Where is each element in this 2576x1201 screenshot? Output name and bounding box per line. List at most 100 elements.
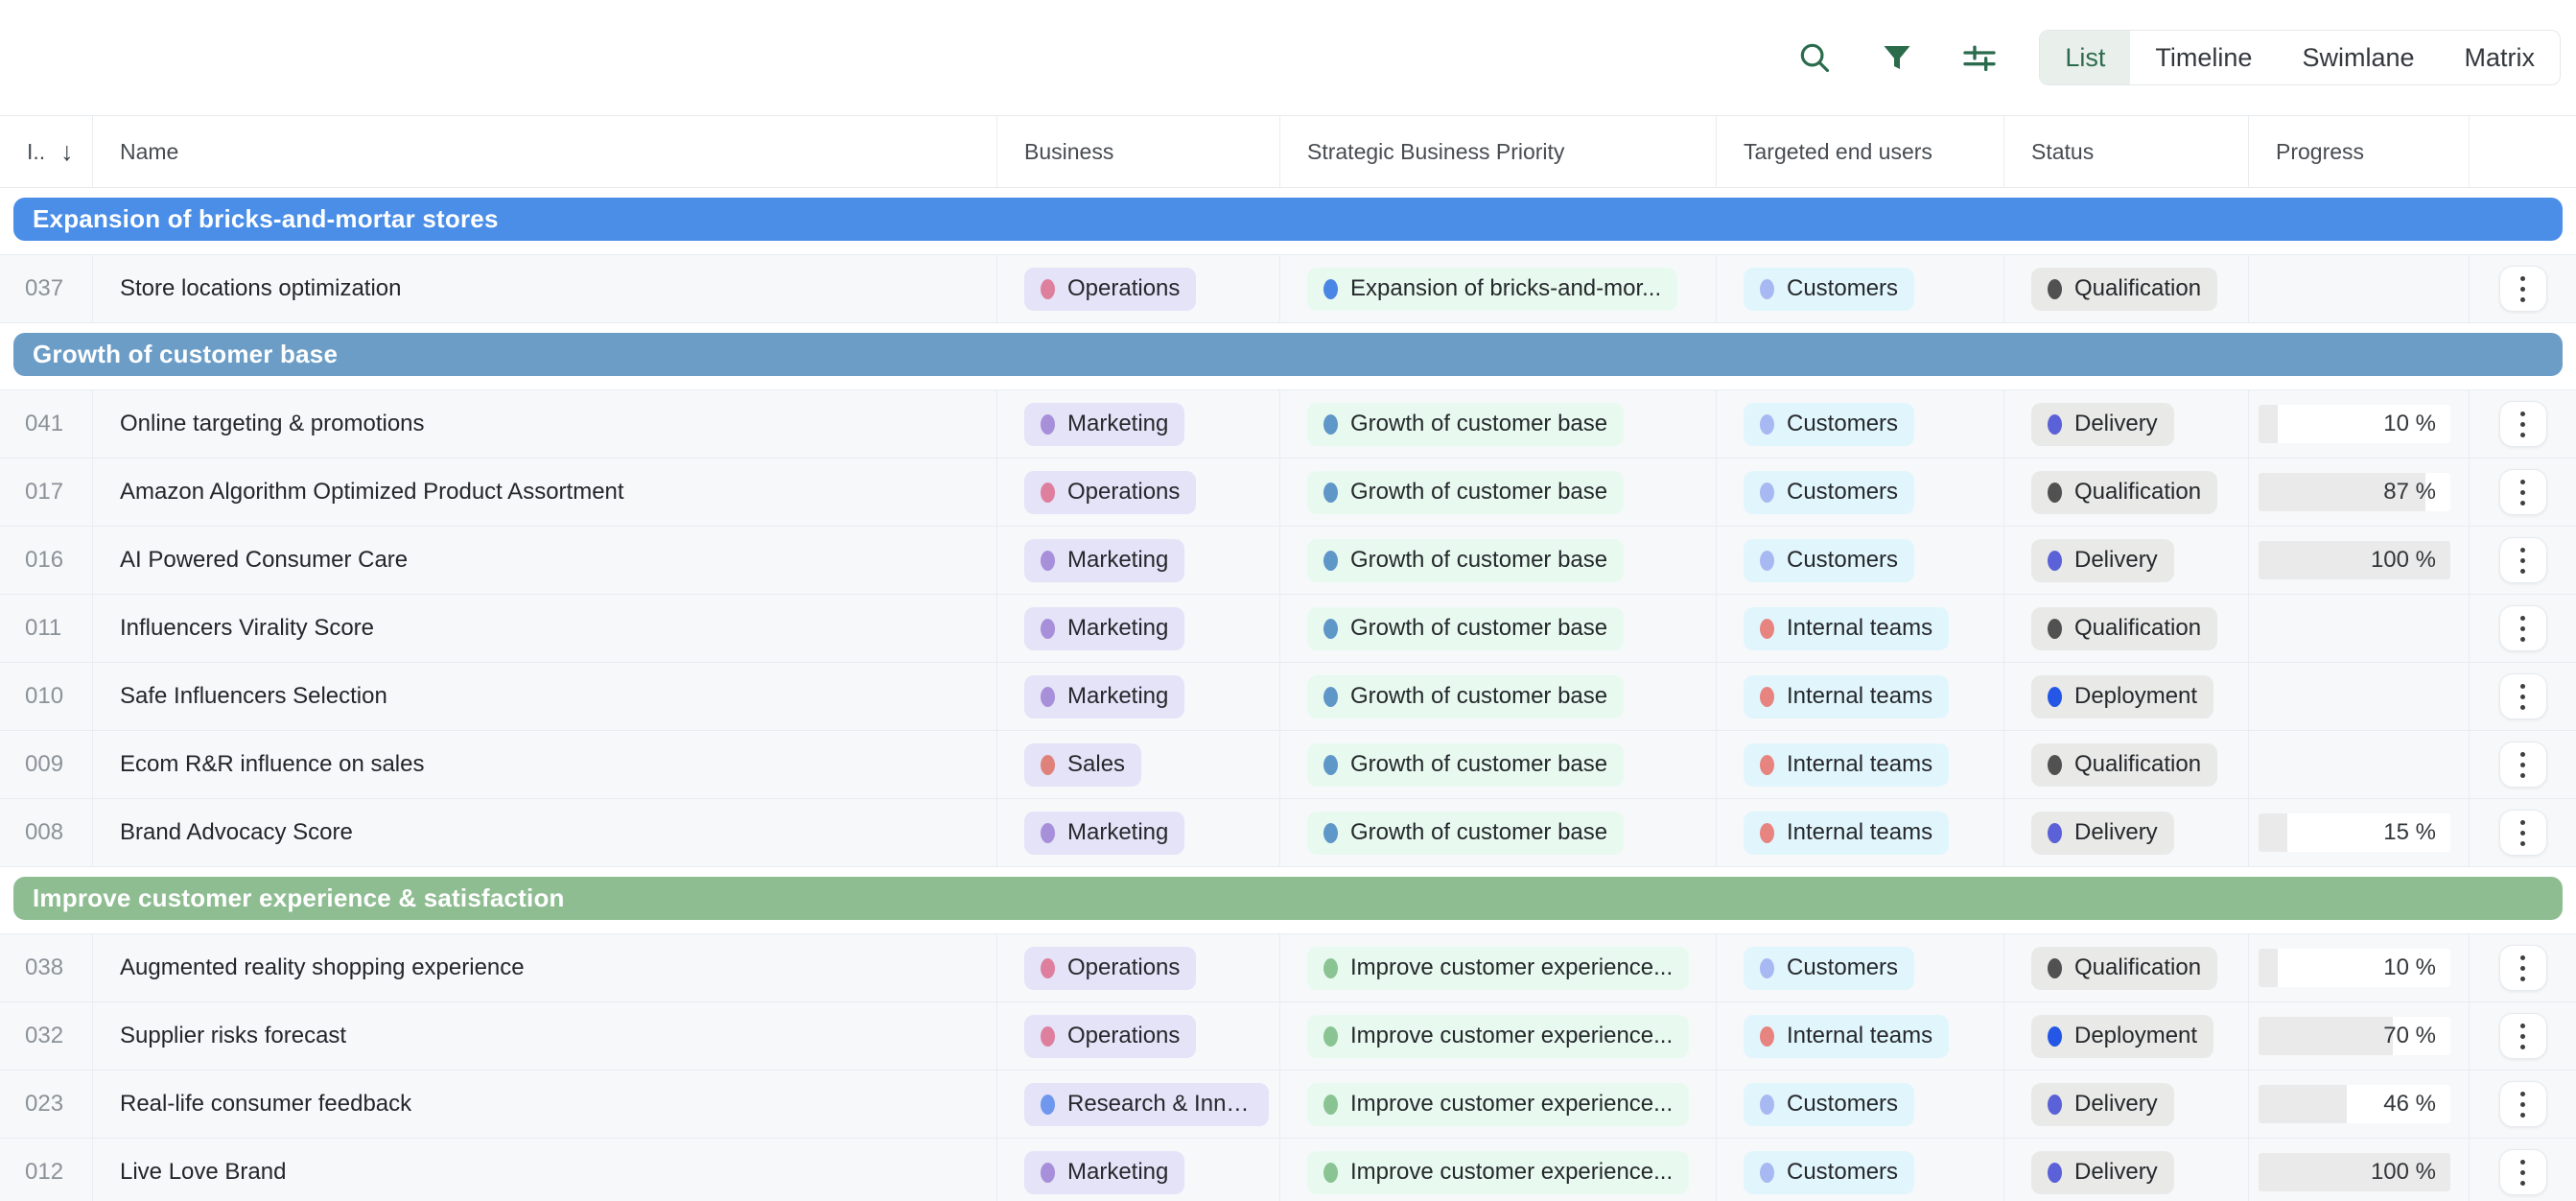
- cell-priority: Improve customer experience...: [1280, 1002, 1717, 1070]
- table-row[interactable]: 017 Amazon Algorithm Optimized Product A…: [0, 459, 2576, 527]
- row-name: Influencers Virality Score: [120, 615, 374, 642]
- cell-name[interactable]: Real-life consumer feedback: [93, 1071, 997, 1138]
- row-name: Online targeting & promotions: [120, 411, 425, 437]
- business-dot-icon: [1041, 551, 1055, 571]
- status-badge: Qualification: [2031, 607, 2217, 650]
- status-dot-icon: [2048, 823, 2062, 843]
- kebab-dot: [2520, 297, 2525, 302]
- table-row[interactable]: 012 Live Love Brand Marketing Improve cu…: [0, 1139, 2576, 1201]
- progress-value: 46 %: [2383, 1091, 2450, 1118]
- toolbar-icons: [1795, 38, 1999, 77]
- tab-timeline[interactable]: Timeline: [2130, 31, 2277, 84]
- business-label: Research & Inno...: [1067, 1091, 1253, 1118]
- tab-matrix[interactable]: Matrix: [2440, 31, 2561, 84]
- cell-business: Marketing: [997, 527, 1280, 594]
- row-name: Live Love Brand: [120, 1159, 286, 1186]
- status-dot-icon: [2048, 551, 2062, 571]
- column-header-progress[interactable]: Progress: [2249, 116, 2470, 187]
- cell-name[interactable]: Augmented reality shopping experience: [93, 934, 997, 1001]
- status-badge: Qualification: [2031, 947, 2217, 990]
- cell-name[interactable]: Online targeting & promotions: [93, 390, 997, 458]
- row-menu-button[interactable]: [2499, 1081, 2547, 1127]
- priority-dot-icon: [1323, 414, 1338, 435]
- status-dot-icon: [2048, 755, 2062, 775]
- cell-priority: Growth of customer base: [1280, 731, 1717, 798]
- cell-name[interactable]: AI Powered Consumer Care: [93, 527, 997, 594]
- column-header-name[interactable]: Name: [93, 116, 997, 187]
- column-header-id[interactable]: I.. ↓: [0, 116, 93, 187]
- row-menu-button[interactable]: [2499, 1149, 2547, 1195]
- table-row[interactable]: 008 Brand Advocacy Score Marketing Growt…: [0, 799, 2576, 867]
- progress-bar: 87 %: [2259, 473, 2450, 511]
- cell-name[interactable]: Influencers Virality Score: [93, 595, 997, 662]
- kebab-dot: [2520, 831, 2525, 836]
- group-header-bar[interactable]: Growth of customer base: [13, 333, 2563, 376]
- group-rows: 041 Online targeting & promotions Market…: [0, 389, 2576, 867]
- column-header-status[interactable]: Status: [2004, 116, 2249, 187]
- cell-name[interactable]: Supplier risks forecast: [93, 1002, 997, 1070]
- row-menu-button[interactable]: [2499, 673, 2547, 719]
- group-title: Improve customer experience & satisfacti…: [13, 883, 565, 913]
- cell-name[interactable]: Safe Influencers Selection: [93, 663, 997, 730]
- tab-swimlane[interactable]: Swimlane: [2277, 31, 2439, 84]
- progress-value: 100 %: [2371, 1159, 2450, 1186]
- kebab-dot: [2520, 955, 2525, 960]
- targeted-label: Internal teams: [1787, 683, 1932, 710]
- group-header-bar[interactable]: Improve customer experience & satisfacti…: [13, 877, 2563, 920]
- targeted-dot-icon: [1760, 958, 1774, 978]
- row-menu-button[interactable]: [2499, 1013, 2547, 1059]
- table-row[interactable]: 016 AI Powered Consumer Care Marketing G…: [0, 527, 2576, 595]
- status-badge: Delivery: [2031, 1151, 2174, 1194]
- table-row[interactable]: 041 Online targeting & promotions Market…: [0, 390, 2576, 459]
- row-menu-button[interactable]: [2499, 401, 2547, 447]
- search-icon[interactable]: [1795, 38, 1834, 77]
- table-row[interactable]: 023 Real-life consumer feedback Research…: [0, 1071, 2576, 1139]
- cell-name[interactable]: Live Love Brand: [93, 1139, 997, 1201]
- cell-targeted: Internal teams: [1717, 595, 2004, 662]
- status-label: Deployment: [2074, 683, 2197, 710]
- status-label: Deployment: [2074, 1023, 2197, 1049]
- row-menu-button[interactable]: [2499, 945, 2547, 991]
- row-menu-button[interactable]: [2499, 266, 2547, 312]
- table-row[interactable]: 032 Supplier risks forecast Operations I…: [0, 1002, 2576, 1071]
- tab-list[interactable]: List: [2040, 31, 2130, 84]
- row-menu-button[interactable]: [2499, 810, 2547, 856]
- row-menu-button[interactable]: [2499, 742, 2547, 788]
- cell-name[interactable]: Ecom R&R influence on sales: [93, 731, 997, 798]
- cell-name[interactable]: Brand Advocacy Score: [93, 799, 997, 866]
- priority-dot-icon: [1323, 619, 1338, 639]
- cell-priority: Improve customer experience...: [1280, 934, 1717, 1001]
- progress-value: 10 %: [2383, 411, 2450, 437]
- table-row[interactable]: 038 Augmented reality shopping experienc…: [0, 934, 2576, 1002]
- cell-actions: [2470, 390, 2576, 458]
- row-menu-button[interactable]: [2499, 605, 2547, 651]
- cell-targeted: Customers: [1717, 255, 2004, 322]
- business-label: Sales: [1067, 751, 1125, 778]
- toolbar: List Timeline Swimlane Matrix: [0, 0, 2576, 115]
- status-label: Delivery: [2074, 1091, 2158, 1118]
- adjustments-icon[interactable]: [1960, 38, 1999, 77]
- table-row[interactable]: 009 Ecom R&R influence on sales Sales Gr…: [0, 731, 2576, 799]
- column-header-targeted[interactable]: Targeted end users: [1717, 116, 2004, 187]
- kebab-dot: [2520, 1160, 2525, 1165]
- kebab-dot: [2520, 820, 2525, 825]
- cell-name[interactable]: Amazon Algorithm Optimized Product Assor…: [93, 459, 997, 526]
- targeted-badge: Customers: [1744, 268, 1914, 311]
- column-header-priority[interactable]: Strategic Business Priority: [1280, 116, 1717, 187]
- kebab-dot: [2520, 490, 2525, 495]
- row-id: 012: [25, 1159, 63, 1186]
- cell-priority: Growth of customer base: [1280, 663, 1717, 730]
- row-menu-button[interactable]: [2499, 537, 2547, 583]
- group-header-bar[interactable]: Expansion of bricks-and-mortar stores: [13, 198, 2563, 241]
- table-row[interactable]: 010 Safe Influencers Selection Marketing…: [0, 663, 2576, 731]
- kebab-dot: [2520, 841, 2525, 846]
- cell-name[interactable]: Store locations optimization: [93, 255, 997, 322]
- status-label: Delivery: [2074, 411, 2158, 437]
- table-row[interactable]: 037 Store locations optimization Operati…: [0, 255, 2576, 323]
- sort-desc-icon[interactable]: ↓: [60, 137, 74, 167]
- column-header-business[interactable]: Business: [997, 116, 1280, 187]
- filter-icon[interactable]: [1878, 38, 1916, 77]
- table-row[interactable]: 011 Influencers Virality Score Marketing…: [0, 595, 2576, 663]
- progress-bar: 15 %: [2259, 813, 2450, 852]
- row-menu-button[interactable]: [2499, 469, 2547, 515]
